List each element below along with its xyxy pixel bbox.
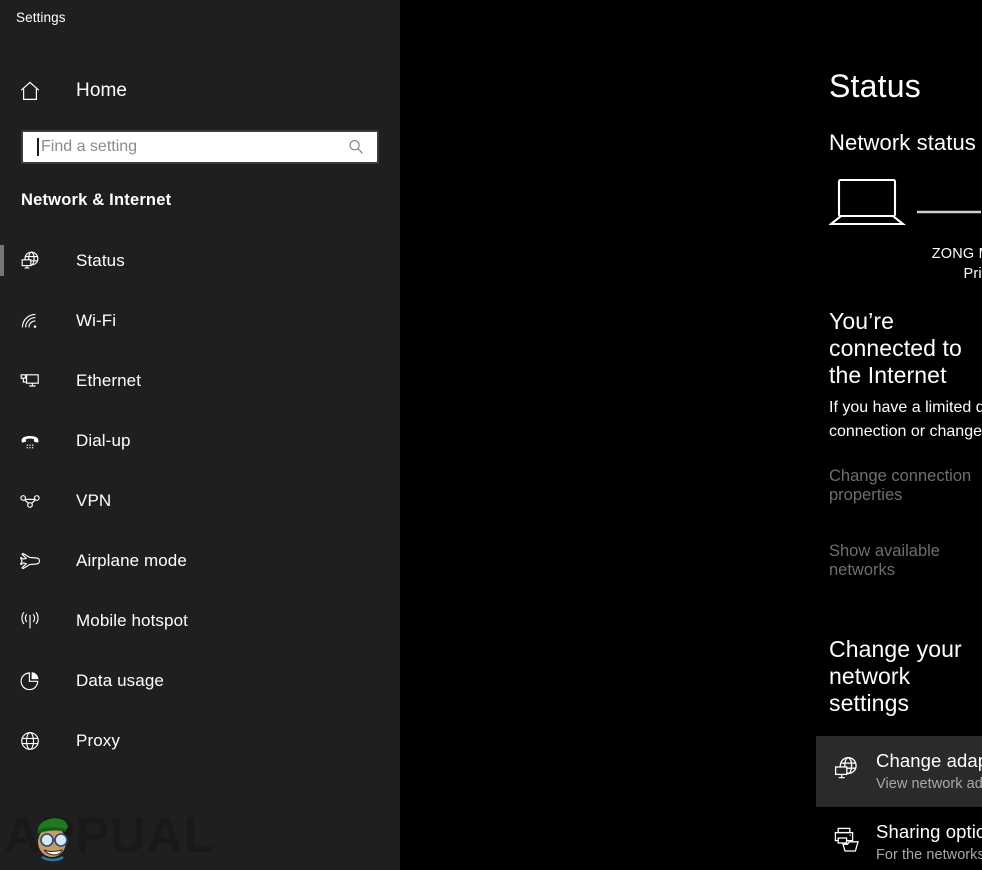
connection-heading: You’re connected to the Internet xyxy=(829,308,962,388)
network-status-heading: Network status xyxy=(829,130,976,155)
sharing-options-texts: Sharing options For the networks you con… xyxy=(876,821,982,863)
main-content: Status Network status ZONG Pri You’re co… xyxy=(400,0,982,870)
sidebar-item-mobile-hotspot-label: Mobile hotspot xyxy=(76,611,188,630)
network-status-globe-icon xyxy=(18,249,56,273)
sidebar-item-home-label: Home xyxy=(76,80,128,101)
search-box[interactable] xyxy=(21,130,379,164)
sidebar-item-status-label: Status xyxy=(76,251,125,270)
sharing-options-subtitle: For the networks you connect to, decide … xyxy=(876,847,982,864)
change-adapter-options-title: Change adapter options xyxy=(876,750,982,772)
window-title: Settings xyxy=(16,9,66,25)
sidebar-item-dialup[interactable]: Dial-up xyxy=(0,411,400,471)
network-adapter-icon xyxy=(816,750,876,784)
change-network-settings-heading: Change your network settings xyxy=(829,636,962,717)
text-caret xyxy=(37,138,39,156)
network-ssid: ZONG MBB-E5573-05E9 xyxy=(931,246,982,262)
vpn-icon xyxy=(18,489,56,513)
network-type: Private network xyxy=(963,266,982,282)
sidebar-item-vpn[interactable]: VPN xyxy=(0,471,400,531)
laptop-icon xyxy=(828,178,906,226)
sharing-options-title: Sharing options xyxy=(876,821,982,843)
change-adapter-options-item[interactable]: Change adapter options View network adap… xyxy=(816,736,982,808)
sidebar-item-ethernet[interactable]: Ethernet xyxy=(0,351,400,411)
network-diagram-labels: ZONG MBB-E5573-05E9 Private network xyxy=(829,246,982,282)
sidebar-item-proxy-label: Proxy xyxy=(76,731,120,750)
appuals-watermark: APPUALS xyxy=(4,800,249,863)
sidebar-item-airplane-mode[interactable]: Airplane mode xyxy=(0,531,400,591)
sidebar-section-title: Network & Internet xyxy=(21,191,172,209)
hotspot-broadcast-icon xyxy=(18,609,56,633)
printer-folder-sharing-icon xyxy=(816,821,876,855)
title-bar: Settings xyxy=(0,0,400,34)
ethernet-icon xyxy=(18,369,56,393)
home-icon xyxy=(18,79,56,103)
sidebar-item-dialup-label: Dial-up xyxy=(76,431,131,450)
sidebar-item-data-usage-label: Data usage xyxy=(76,671,164,690)
sidebar: Settings Home Find a setting Network & I… xyxy=(0,0,400,870)
change-adapter-options-texts: Change adapter options View network adap… xyxy=(876,750,982,792)
globe-icon xyxy=(18,729,56,753)
wifi-icon xyxy=(18,309,56,333)
sidebar-nav-list: Status Wi-Fi Ethernet Dial-up VPN Airpla… xyxy=(0,231,400,771)
airplane-icon xyxy=(18,549,56,573)
selection-indicator xyxy=(0,245,4,276)
network-diagram xyxy=(828,172,982,242)
search-input[interactable] xyxy=(23,132,323,162)
svg-text:APPUALS: APPUALS xyxy=(4,807,216,862)
sidebar-item-home[interactable]: Home xyxy=(0,71,400,111)
sidebar-item-vpn-label: VPN xyxy=(76,491,112,510)
network-settings-list: Change adapter options View network adap… xyxy=(400,736,982,870)
sidebar-item-wifi[interactable]: Wi-Fi xyxy=(0,291,400,351)
connection-description: If you have a limited data plan, you can… xyxy=(829,399,982,440)
sidebar-item-data-usage[interactable]: Data usage xyxy=(0,651,400,711)
sidebar-item-status[interactable]: Status xyxy=(0,231,400,291)
show-available-networks-link[interactable]: Show available networks xyxy=(829,542,982,580)
sidebar-item-mobile-hotspot[interactable]: Mobile hotspot xyxy=(0,591,400,651)
sidebar-item-ethernet-label: Ethernet xyxy=(76,371,142,390)
sidebar-item-airplane-mode-label: Airplane mode xyxy=(76,551,187,570)
sidebar-item-proxy[interactable]: Proxy xyxy=(0,711,400,771)
search-field-container[interactable] xyxy=(23,132,377,162)
pie-chart-icon xyxy=(18,669,56,693)
sharing-options-item[interactable]: Sharing options For the networks you con… xyxy=(816,807,982,870)
change-adapter-options-subtitle: View network adapters and change connect… xyxy=(876,776,982,793)
page-title: Status xyxy=(829,68,921,104)
dialup-phone-icon xyxy=(18,429,56,453)
search-icon[interactable] xyxy=(347,138,365,156)
settings-window: Settings Home Find a setting Network & I… xyxy=(0,0,982,870)
change-connection-properties-link[interactable]: Change connection properties xyxy=(829,467,982,505)
sidebar-item-wifi-label: Wi-Fi xyxy=(76,311,117,330)
